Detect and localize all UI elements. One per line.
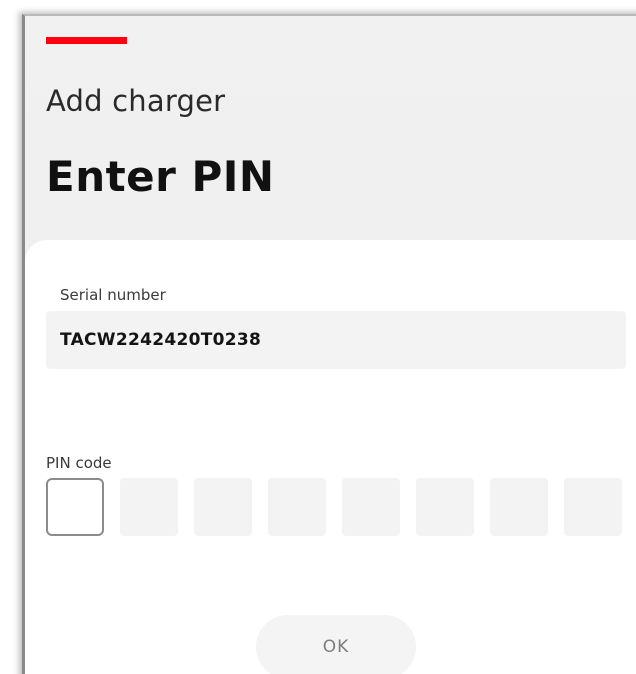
pin-digit-3-input[interactable] [194,478,252,536]
serial-number-label: Serial number [60,286,166,304]
page-overline: Add charger [46,84,226,118]
pin-digit-7-input[interactable] [490,478,548,536]
screen: Add charger Enter PIN Serial number TACW… [0,0,636,674]
form-card [25,240,636,674]
pin-digit-2-input[interactable] [120,478,178,536]
pin-code-input-group [46,478,622,536]
serial-number-value: TACW2242420T0238 [60,330,262,350]
page-title: Enter PIN [46,152,275,201]
ok-button[interactable]: OK [256,615,416,674]
pin-digit-1-input[interactable] [46,478,104,536]
brand-accent-bar [46,37,127,44]
pin-digit-8-input[interactable] [564,478,622,536]
pin-code-label: PIN code [46,454,112,472]
pin-digit-4-input[interactable] [268,478,326,536]
pin-digit-6-input[interactable] [416,478,474,536]
pin-digit-5-input[interactable] [342,478,400,536]
